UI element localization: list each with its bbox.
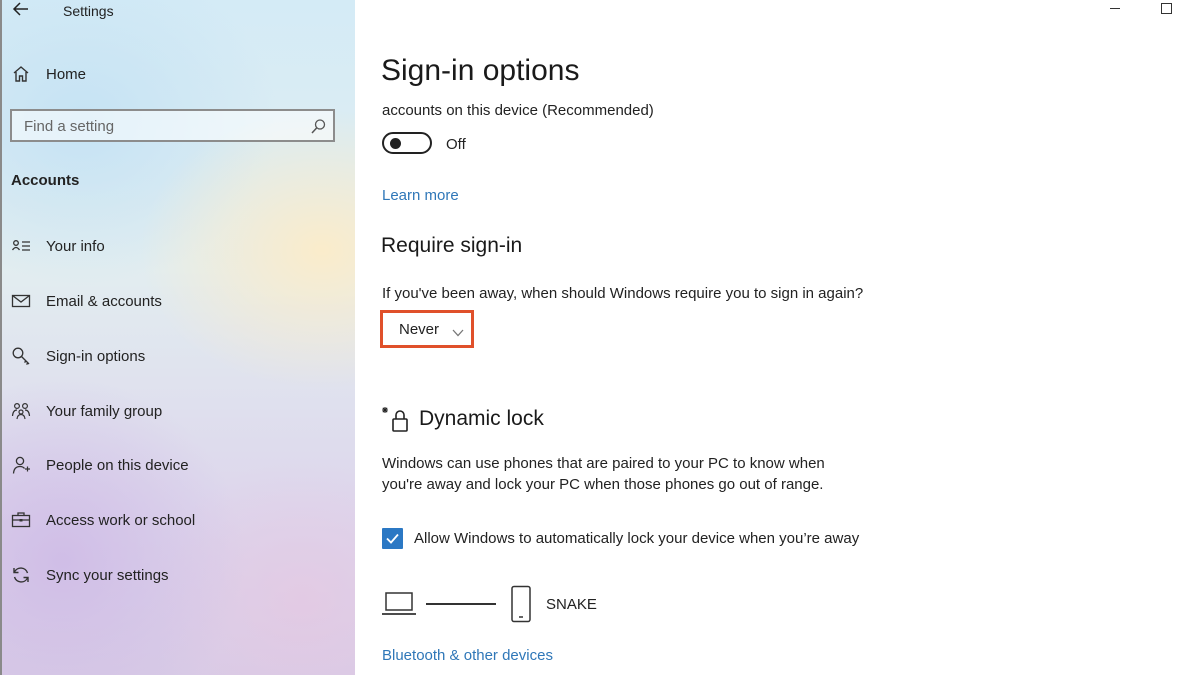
search-icon[interactable] — [310, 118, 327, 135]
dynamic-lock-checkbox[interactable] — [382, 528, 403, 549]
checkmark-icon — [386, 533, 399, 544]
sidebar-item-label: Your info — [46, 237, 105, 255]
sidebar-item-label: Sync your settings — [46, 566, 169, 584]
paired-device-name: SNAKE — [546, 596, 597, 613]
sync-icon — [11, 565, 31, 585]
require-sign-in-heading: Require sign-in — [381, 234, 523, 257]
dynamic-lock-checkbox-label[interactable]: Allow Windows to automatically lock your… — [414, 530, 859, 547]
sidebar-item-your-info[interactable]: Your info — [2, 226, 357, 266]
chevron-down-icon — [452, 324, 464, 337]
app-title: Settings — [63, 3, 114, 19]
phone-icon — [510, 585, 532, 623]
sidebar-item-email-accounts[interactable]: Email & accounts — [2, 281, 357, 321]
sidebar: Settings Home Accounts Your info Email &… — [0, 0, 357, 675]
minimize-button[interactable] — [1110, 8, 1120, 9]
sidebar-item-sync-settings[interactable]: Sync your settings — [2, 555, 357, 595]
maximize-button[interactable] — [1161, 3, 1172, 14]
sidebar-item-label: Access work or school — [46, 511, 196, 529]
section-header-accounts: Accounts — [11, 172, 80, 189]
key-icon — [11, 346, 31, 366]
paired-device-row: SNAKE — [381, 585, 681, 623]
back-button[interactable] — [12, 0, 30, 20]
connection-line — [426, 603, 496, 605]
window-controls — [1080, 0, 1200, 20]
sidebar-item-work-school[interactable]: Access work or school — [2, 500, 357, 540]
contact-card-icon — [11, 236, 31, 256]
toggle-knob — [390, 138, 401, 149]
home-icon — [11, 64, 31, 84]
sidebar-item-label: Sign-in options — [46, 347, 146, 365]
back-arrow-icon — [12, 2, 28, 16]
bluetooth-devices-link[interactable]: Bluetooth & other devices — [382, 647, 553, 664]
title-bar: Settings — [2, 0, 357, 24]
setting-toggle[interactable] — [382, 132, 432, 154]
dynamic-lock-icon — [381, 405, 411, 433]
require-sign-in-question: If you've been away, when should Windows… — [382, 285, 864, 302]
person-icon — [11, 455, 31, 475]
learn-more-link[interactable]: Learn more — [382, 187, 459, 204]
dynamic-lock-heading: Dynamic lock — [419, 407, 544, 430]
dropdown-value: Never — [399, 321, 440, 338]
dynamic-lock-description-line1: Windows can use phones that are paired t… — [382, 455, 825, 472]
sidebar-item-family-group[interactable]: Your family group — [2, 391, 357, 431]
page-title: Sign-in options — [381, 54, 580, 87]
mail-icon — [11, 291, 31, 311]
sidebar-item-label: Your family group — [46, 402, 163, 420]
toggle-state-label: Off — [446, 136, 466, 153]
sidebar-item-home[interactable]: Home — [2, 54, 357, 94]
require-sign-in-dropdown[interactable]: Never — [386, 316, 468, 342]
dynamic-lock-description-line2: you're away and lock your PC when those … — [382, 476, 824, 493]
search-box[interactable] — [10, 109, 335, 142]
sidebar-item-label: Email & accounts — [46, 292, 162, 310]
laptop-icon — [381, 591, 417, 617]
briefcase-icon — [11, 510, 31, 530]
dropdown-highlight-box: Never — [380, 310, 474, 348]
family-icon — [11, 401, 31, 421]
partial-setting-label: accounts on this device (Recommended) — [382, 102, 654, 119]
main-content: Sign-in options accounts on this device … — [355, 0, 1200, 675]
sidebar-item-label: People on this device — [46, 456, 189, 474]
sidebar-item-label: Home — [46, 65, 87, 83]
sidebar-item-people-on-device[interactable]: People on this device — [2, 445, 357, 485]
sidebar-item-sign-in-options[interactable]: Sign-in options — [2, 336, 357, 376]
search-input[interactable] — [24, 116, 294, 136]
